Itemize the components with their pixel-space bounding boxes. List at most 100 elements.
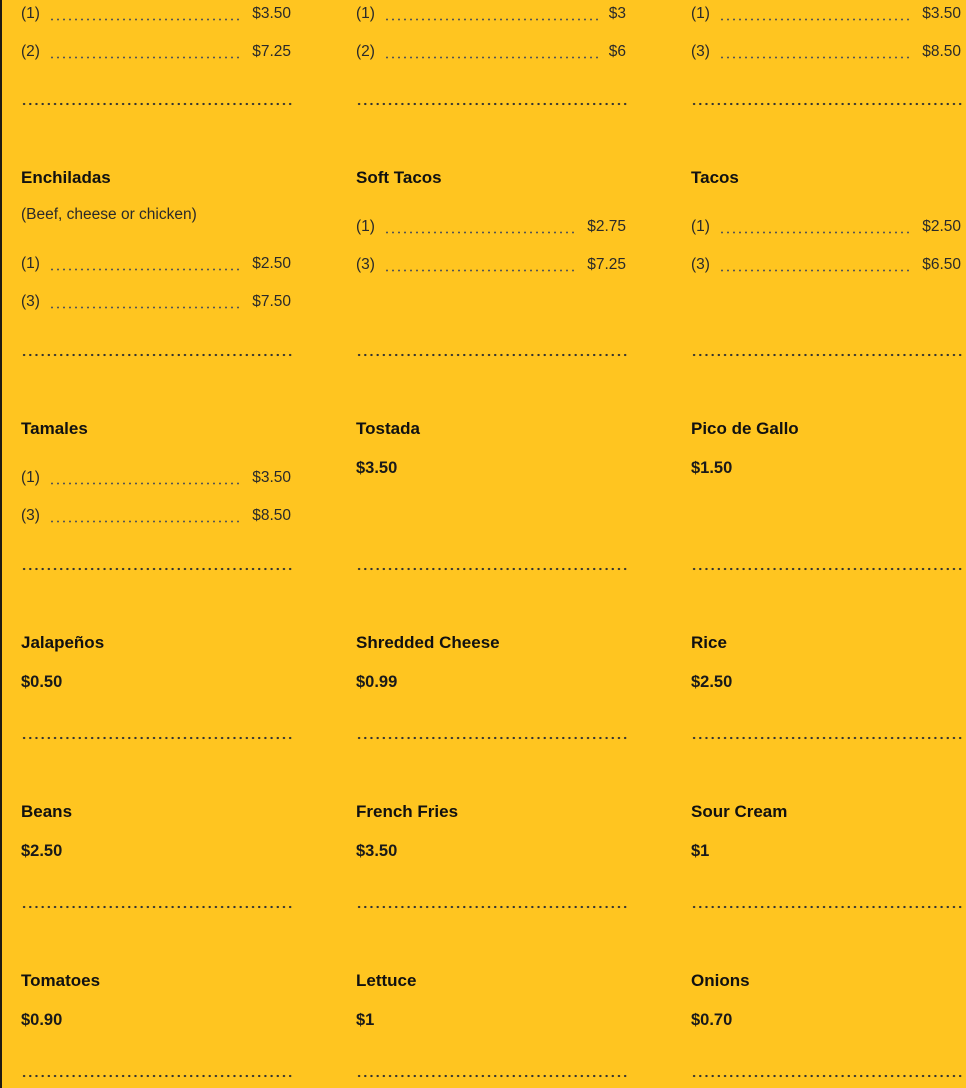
section-divider [356, 905, 628, 909]
item-price: $0.99 [356, 673, 398, 691]
price-value: $7.25 [252, 43, 291, 60]
dot-leader [48, 292, 244, 312]
section-divider [356, 736, 628, 740]
quantity-label: (3) [691, 43, 710, 60]
item-note: (Beef, cheese or chicken) [21, 206, 197, 223]
item-name: Beans [21, 802, 73, 821]
price-row: (2) $6 [356, 42, 626, 62]
quantity-label: (3) [356, 256, 375, 273]
price-value: $8.50 [252, 507, 291, 524]
item-price: $3.50 [356, 459, 398, 477]
price-value: $7.25 [587, 256, 626, 273]
dot-leader [48, 4, 244, 24]
price-row: (3) $8.50 [21, 506, 291, 526]
quantity-label: (3) [691, 256, 710, 273]
item-price: $3.50 [356, 842, 398, 860]
quantity-label: (1) [691, 218, 710, 235]
price-value: $3.50 [252, 469, 291, 486]
dot-leader [718, 255, 914, 275]
item-price: $2.50 [21, 842, 63, 860]
quantity-label: (3) [21, 507, 40, 524]
dot-leader [718, 217, 914, 237]
section-divider [21, 102, 293, 106]
price-value: $2.50 [922, 218, 961, 235]
price-row: (1) $3.50 [21, 4, 291, 24]
price-row: (1) $2.50 [691, 217, 961, 237]
quantity-label: (1) [21, 5, 40, 22]
item-name: Sour Cream [691, 802, 788, 821]
section-divider [691, 567, 964, 571]
dot-leader [383, 255, 579, 275]
dot-leader [48, 468, 244, 488]
section-divider [691, 102, 964, 106]
section-divider [21, 353, 293, 357]
item-name: Soft Tacos [356, 168, 442, 187]
price-row: (1) $3 [356, 4, 626, 24]
item-name: Jalapeños [21, 633, 105, 652]
price-value: $3.50 [252, 5, 291, 22]
item-price: $1.50 [691, 459, 733, 477]
price-value: $2.75 [587, 218, 626, 235]
price-row: (2) $7.25 [21, 42, 291, 62]
dot-leader [48, 254, 244, 274]
dot-leader [718, 4, 914, 24]
section-divider [691, 905, 964, 909]
dot-leader [718, 42, 914, 62]
item-name: Onions [691, 971, 750, 990]
section-divider [691, 1074, 964, 1078]
price-value: $7.50 [252, 293, 291, 310]
item-price: $2.50 [691, 673, 733, 691]
item-name: Tomatoes [21, 971, 101, 990]
section-divider [21, 905, 293, 909]
section-divider [691, 736, 964, 740]
price-row: (3) $7.25 [356, 255, 626, 275]
section-divider [356, 567, 628, 571]
section-divider [21, 736, 293, 740]
quantity-label: (1) [356, 5, 375, 22]
item-name: Tostada [356, 419, 420, 438]
item-price: $1 [691, 842, 710, 860]
section-divider [356, 353, 628, 357]
quantity-label: (2) [356, 43, 375, 60]
price-value: $3 [608, 5, 626, 22]
price-row: (3) $6.50 [691, 255, 961, 275]
item-name: French Fries [356, 802, 459, 821]
quantity-label: (1) [691, 5, 710, 22]
quantity-label: (1) [356, 218, 375, 235]
price-row: (3) $7.50 [21, 292, 291, 312]
price-row: (1) $3.50 [21, 468, 291, 488]
item-name: Shredded Cheese [356, 633, 500, 652]
quantity-label: (3) [21, 293, 40, 310]
dot-leader [383, 217, 579, 237]
dot-leader [383, 4, 600, 24]
price-value: $6 [608, 43, 626, 60]
left-edge-border [0, 0, 2, 1088]
section-divider [356, 1074, 628, 1078]
price-value: $3.50 [922, 5, 961, 22]
price-row: (1) $2.75 [356, 217, 626, 237]
item-name: Lettuce [356, 971, 417, 990]
item-price: $0.70 [691, 1011, 733, 1029]
section-divider [21, 567, 293, 571]
section-divider [356, 102, 628, 106]
quantity-label: (1) [21, 255, 40, 272]
item-price: $1 [356, 1011, 375, 1029]
quantity-label: (2) [21, 43, 40, 60]
price-row: (1) $3.50 [691, 4, 961, 24]
price-value: $6.50 [922, 256, 961, 273]
item-name: Tacos [691, 168, 739, 187]
item-name: Pico de Gallo [691, 419, 799, 438]
dot-leader [48, 42, 244, 62]
item-name: Enchiladas [21, 168, 111, 187]
price-row: (1) $2.50 [21, 254, 291, 274]
price-value: $8.50 [922, 43, 961, 60]
item-name: Rice [691, 633, 727, 652]
quantity-label: (1) [21, 469, 40, 486]
price-row: (3) $8.50 [691, 42, 961, 62]
item-name: Tamales [21, 419, 88, 438]
item-price: $0.90 [21, 1011, 63, 1029]
dot-leader [383, 42, 600, 62]
section-divider [21, 1074, 293, 1078]
price-value: $2.50 [252, 255, 291, 272]
item-price: $0.50 [21, 673, 63, 691]
